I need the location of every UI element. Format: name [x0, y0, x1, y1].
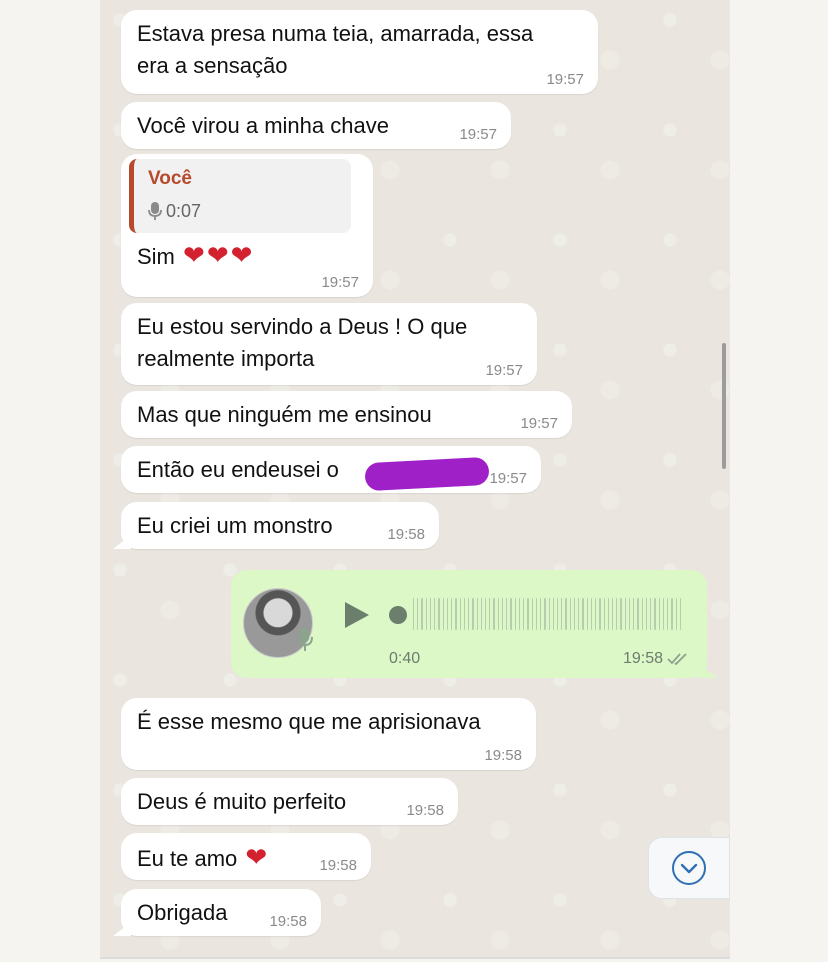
heart-emoji: ❤: [245, 842, 268, 872]
message-bubble[interactable]: É esse mesmo que me aprisionava 19:58: [121, 698, 536, 770]
message-text-row: Sim ❤❤❤: [137, 239, 357, 273]
message-bubble[interactable]: Deus é muito perfeito 19:58: [121, 778, 458, 825]
message-text: Deus é muito perfeito: [137, 789, 347, 814]
message-bubble[interactable]: Eu estou servindo a Deus ! O que realmen…: [121, 303, 537, 385]
message-time: 19:58: [406, 802, 444, 819]
message-time: 19:57: [459, 126, 497, 143]
quoted-voice-reply[interactable]: Você 0:07: [129, 159, 351, 233]
heart-emoji: ❤: [230, 240, 253, 270]
message-bubble[interactable]: Estava presa numa teia, amarrada, essa e…: [121, 10, 598, 94]
message-bubble[interactable]: Obrigada 19:58: [113, 889, 321, 936]
message-text: realmente importa: [137, 346, 315, 371]
play-icon[interactable]: [343, 600, 371, 630]
message-time: 19:58: [387, 526, 425, 543]
message-text: Eu criei um monstro: [137, 513, 333, 538]
voice-time: 19:58: [623, 650, 689, 668]
message-text: É esse mesmo que me aprisionava: [137, 709, 481, 734]
message-time: 19:58: [484, 747, 522, 764]
message-text: era a sensação: [137, 53, 288, 78]
chevron-down-icon: [672, 851, 706, 885]
playback-scrubber[interactable]: [389, 606, 407, 624]
message-time: 19:57: [546, 71, 584, 88]
message-bubble[interactable]: Eu te amo ❤ 19:58: [121, 833, 371, 880]
voice-duration: 0:40: [389, 650, 421, 667]
message-text: Você virou a minha chave: [137, 113, 389, 138]
message-text: Sim: [137, 244, 175, 269]
message-time: 19:57: [520, 415, 558, 432]
scrollbar[interactable]: [722, 343, 726, 469]
message-text: Mas que ninguém me ensinou: [137, 402, 432, 427]
voice-time-text: 19:58: [622, 650, 663, 667]
message-text: Eu te amo: [137, 846, 238, 871]
message-bubble[interactable]: Você virou a minha chave 19:57: [121, 102, 511, 149]
message-time: 19:58: [319, 857, 357, 874]
chat-bottom-divider: [100, 957, 730, 959]
message-time: 19:57: [321, 274, 359, 291]
mic-icon: [297, 628, 313, 651]
quote-author: Você: [148, 168, 193, 189]
message-time: 19:57: [485, 362, 523, 379]
scroll-to-bottom-button[interactable]: [648, 837, 730, 899]
message-time: 19:58: [269, 913, 307, 930]
message-bubble[interactable]: Você 0:07 Sim ❤❤❤ 19:57: [121, 154, 373, 297]
message-bubble[interactable]: Eu criei um monstro 19:58: [113, 502, 439, 549]
message-time: 19:57: [489, 470, 527, 487]
heart-emoji: ❤: [206, 240, 229, 270]
quote-duration: 0:07: [166, 201, 202, 221]
message-text: Eu estou servindo a Deus ! O que: [137, 314, 468, 339]
quote-meta: 0:07: [148, 199, 339, 223]
mic-icon: [148, 202, 162, 220]
double-check-icon: [667, 653, 687, 666]
message-bubble[interactable]: Mas que ninguém me ensinou 19:57: [121, 391, 572, 438]
waveform[interactable]: [413, 596, 681, 632]
message-text: Estava presa numa teia, amarrada, essa: [137, 21, 534, 46]
heart-emoji: ❤: [183, 240, 205, 270]
voice-message-bubble[interactable]: 0:40 19:58: [231, 570, 717, 678]
